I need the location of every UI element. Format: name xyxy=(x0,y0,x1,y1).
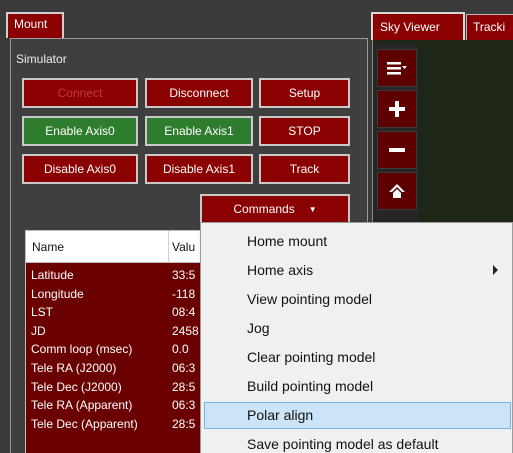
menu-item-view-pointing-model[interactable]: View pointing model xyxy=(204,286,511,313)
grid-row-value: 33:5 xyxy=(172,268,196,282)
grid-row-value: 28:5 xyxy=(172,379,196,394)
chevron-down-icon: ▼ xyxy=(308,204,317,214)
zoom-in-button[interactable] xyxy=(377,90,417,128)
menu-item-label: Build pointing model xyxy=(247,378,374,394)
grid-row-name: Tele RA (Apparent) xyxy=(31,398,133,413)
home-button[interactable] xyxy=(377,172,417,210)
menu-item-label: Polar align xyxy=(247,407,314,423)
grid-row-name: Tele Dec (Apparent) xyxy=(31,416,138,431)
menu-item-home-mount[interactable]: Home mount xyxy=(204,228,511,255)
grid-row-name: Longitude xyxy=(31,286,84,301)
grid-row[interactable]: Tele RA (J2000) 06:3 xyxy=(26,360,214,379)
mount-status-grid[interactable]: Name Valu Latitude 33:5 Longitude -118 LST… xyxy=(25,230,215,453)
grid-column-name[interactable]: Name xyxy=(32,240,64,254)
menu-item-label: Save pointing model as default xyxy=(247,436,439,452)
disable-axis0-button[interactable]: Disable Axis0 xyxy=(22,154,138,184)
grid-row-name: Tele Dec (J2000) xyxy=(31,379,122,394)
menu-item-clear-pointing-model[interactable]: Clear pointing model xyxy=(204,344,511,371)
home-icon xyxy=(389,184,405,198)
grid-row-name: LST xyxy=(31,305,54,320)
disable-axis1-button[interactable]: Disable Axis1 xyxy=(145,154,253,184)
menu-item-label: Home mount xyxy=(247,233,328,249)
tab-sky-viewer[interactable]: Sky Viewer xyxy=(371,12,465,40)
connect-button[interactable]: Connect xyxy=(22,78,138,108)
submenu-arrow-icon xyxy=(493,265,498,275)
grid-row-name: JD xyxy=(31,323,46,338)
column-divider[interactable] xyxy=(168,231,169,263)
zoom-out-icon xyxy=(389,148,405,152)
menu-item-label: Home axis xyxy=(247,262,314,278)
grid-column-value[interactable]: Valu xyxy=(172,240,195,254)
tab-tracking[interactable]: Tracki xyxy=(466,14,513,40)
menu-item-polar-align[interactable]: Polar align xyxy=(204,402,511,429)
grid-row-value: 0.0 xyxy=(172,342,189,357)
menu-item-build-pointing-model[interactable]: Build pointing model xyxy=(204,373,511,400)
zoom-out-button[interactable] xyxy=(377,131,417,169)
menu-item-label: View pointing model xyxy=(247,291,373,307)
tab-mount-label: Mount xyxy=(14,17,48,31)
zoom-in-icon xyxy=(389,101,405,117)
grid-row-name: Tele RA (J2000) xyxy=(31,360,117,375)
tab-mount[interactable]: Mount xyxy=(6,12,64,38)
enable-axis1-button[interactable]: Enable Axis1 xyxy=(145,116,253,146)
commands-context-menu: Home mount Home axis View pointing model… xyxy=(200,222,513,453)
grid-row-value: 06:3 xyxy=(172,398,196,413)
grid-row[interactable]: Tele RA (Apparent) 06:3 xyxy=(26,397,214,416)
commands-button[interactable]: Commands ▼ xyxy=(200,194,350,224)
menu-button[interactable] xyxy=(377,49,417,87)
menu-item-label: Clear pointing model xyxy=(247,349,376,365)
simulator-group-title: Simulator xyxy=(16,52,67,66)
menu-item-label: Jog xyxy=(247,320,270,336)
grid-row[interactable]: Tele Dec (Apparent) 28:5 xyxy=(26,416,214,435)
grid-row[interactable]: LST 08:4 xyxy=(26,304,214,323)
disconnect-button[interactable]: Disconnect xyxy=(145,78,253,108)
grid-row[interactable]: Tele Dec (J2000) 28:5 xyxy=(26,379,214,398)
menu-item-jog[interactable]: Jog xyxy=(204,315,511,342)
grid-row-name: Comm loop (msec) xyxy=(31,342,133,357)
grid-row-name: Latitude xyxy=(31,268,74,282)
grid-row-value: -118 xyxy=(172,286,196,301)
grid-row[interactable]: Longitude -118 xyxy=(26,286,214,305)
grid-row-value: 06:3 xyxy=(172,360,196,375)
grid-header: Name Valu xyxy=(26,231,214,263)
menu-icon xyxy=(387,62,407,75)
grid-row[interactable]: JD 2458 xyxy=(26,323,214,342)
enable-axis0-button[interactable]: Enable Axis0 xyxy=(22,116,138,146)
grid-row[interactable]: Comm loop (msec) 0.0 xyxy=(26,341,214,360)
grid-rows: Latitude 33:5 Longitude -118 LST 08:4 JD 245… xyxy=(26,267,214,435)
grid-row[interactable]: Latitude 33:5 xyxy=(26,267,214,286)
grid-row-value: 08:4 xyxy=(172,305,196,320)
menu-item-home-axis[interactable]: Home axis xyxy=(204,257,511,284)
track-button[interactable]: Track xyxy=(259,154,350,184)
commands-button-label: Commands xyxy=(233,202,295,216)
stop-button[interactable]: STOP xyxy=(259,116,350,146)
menu-item-save-pointing-model-default[interactable]: Save pointing model as default xyxy=(204,431,511,453)
grid-row-value: 28:5 xyxy=(172,416,196,431)
setup-button[interactable]: Setup xyxy=(259,78,350,108)
grid-row-value: 2458 xyxy=(172,323,199,338)
